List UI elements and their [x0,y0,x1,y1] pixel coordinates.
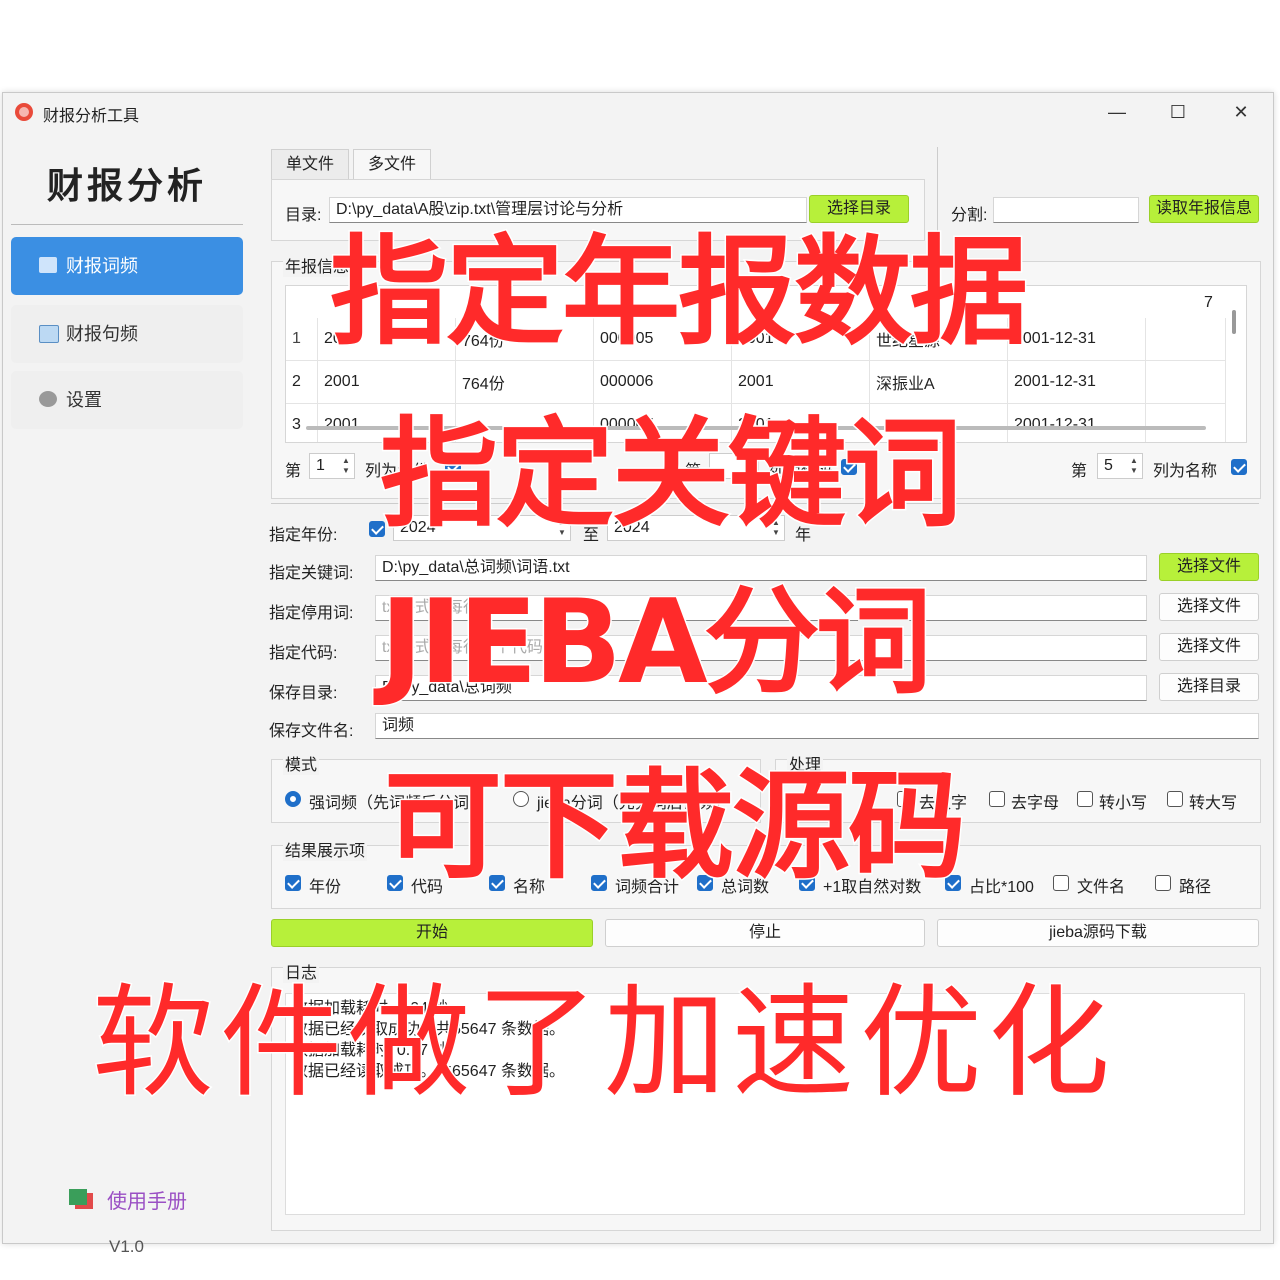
window-title: 财报分析工具 [43,108,140,125]
table-cell: 2001-12-31 [1007,318,1146,361]
jieba-download-button[interactable]: jieba源码下载 [937,919,1259,947]
sidebar-item-label: 设置 [66,390,102,410]
tab-single-file[interactable]: 单文件 [271,149,350,180]
remove-letters-checkbox[interactable] [989,791,1005,807]
result-path-checkbox[interactable] [1155,875,1171,891]
result-filename-label: 文件名 [1077,879,1126,896]
col-name-post: 列为名称 [1153,463,1218,480]
overlay-line-4: 可下载源码 [382,756,967,897]
stopword-file-button[interactable]: 选择文件 [1159,593,1259,621]
code-file-button[interactable]: 选择文件 [1159,633,1259,661]
result-filename-checkbox[interactable] [1053,875,1069,891]
app-logo-icon [15,103,33,121]
save-name-label: 保存文件名: [269,723,354,740]
vertical-scrollbar[interactable] [1232,310,1236,334]
stopword-label: 指定停用词: [269,605,354,622]
table-cell [1145,360,1226,404]
result-path-label: 路径 [1179,879,1212,896]
title-bar: 财报分析工具 — ☐ ✕ [3,93,1273,131]
keyword-file-button[interactable]: 选择文件 [1159,553,1259,581]
save-dir-button[interactable]: 选择目录 [1159,673,1259,701]
mode-strong-radio[interactable] [285,791,301,807]
table-cell: 3 [286,403,318,442]
spin-arrows-icon[interactable]: ▲ ▼ [340,456,352,476]
overlay-line-1: 指定年报数据 [328,222,1029,363]
manual-link-label[interactable]: 使用手册 [107,1185,187,1214]
table-cell: 2 [286,360,318,404]
table-header-cell: 7 [1204,294,1213,311]
result-title: 结果展示项 [283,837,368,861]
sidebar-item-sentence-freq[interactable]: 财报句频 [11,305,243,363]
table-cell [1145,403,1226,442]
minimize-button[interactable]: — [1097,99,1137,125]
sidebar-item-word-freq[interactable]: 财报词频 [11,237,243,295]
result-year-label: 年份 [309,879,342,896]
table-cell: 2001-12-31 [1007,360,1146,404]
table-cell: 1 [286,318,318,361]
table-cell: 2001-12-31 [1007,403,1146,442]
keyword-label: 指定关键词: [269,565,354,582]
version-label: V1.0 [109,1237,144,1256]
sidebar-item-label: 财报句频 [66,324,138,344]
spin-value: 5 [1104,457,1113,474]
sidebar-divider [11,224,243,225]
result-ratio-label: 占比*100 [969,879,1034,896]
lowercase-checkbox[interactable] [1077,791,1093,807]
manual-icon [69,1189,87,1205]
close-button[interactable]: ✕ [1221,99,1261,125]
sidebar-title: 财报分析 [46,165,207,207]
read-annual-info-button[interactable]: 读取年报信息 [1149,195,1259,223]
overlay-line-2: 指定关键词 [378,404,963,545]
spin-value: 1 [316,457,325,474]
book-icon [39,325,59,343]
table-cell [1145,318,1226,361]
col-name-checkbox[interactable] [1231,459,1247,475]
overlay-line-3: JIEBA分词 [379,574,934,712]
maximize-button[interactable]: ☐ [1158,99,1198,125]
uppercase-checkbox[interactable] [1167,791,1183,807]
lowercase-label: 转小写 [1099,795,1148,812]
sidebar-item-settings[interactable]: 设置 [11,371,243,429]
gear-icon [39,391,57,407]
year-label: 指定年份: [269,527,338,544]
stop-button[interactable]: 停止 [605,919,925,947]
save-dir-label: 保存目录: [269,685,338,702]
code-label: 指定代码: [269,645,338,662]
result-year-checkbox[interactable] [285,875,301,891]
dir-label: 目录: [285,207,322,224]
remove-letters-label: 去字母 [1011,795,1060,812]
overlay-line-5: 软件做了加速优化 [91,971,1116,1116]
sidebar-item-label: 财报词频 [66,256,138,276]
spin-arrows-icon[interactable]: ▲ ▼ [1128,456,1140,476]
start-button[interactable]: 开始 [271,919,593,947]
col-year-pre: 第 [285,463,302,480]
col-name-pre: 第 [1071,463,1088,480]
col-year-spinbox[interactable]: 1 ▲ ▼ [309,453,355,479]
mode-title: 模式 [283,751,320,775]
col-name-spinbox[interactable]: 5 ▲ ▼ [1097,453,1143,479]
chart-icon [39,257,57,273]
tab-multi-file[interactable]: 多文件 [353,149,432,180]
uppercase-label: 转大写 [1189,795,1238,812]
